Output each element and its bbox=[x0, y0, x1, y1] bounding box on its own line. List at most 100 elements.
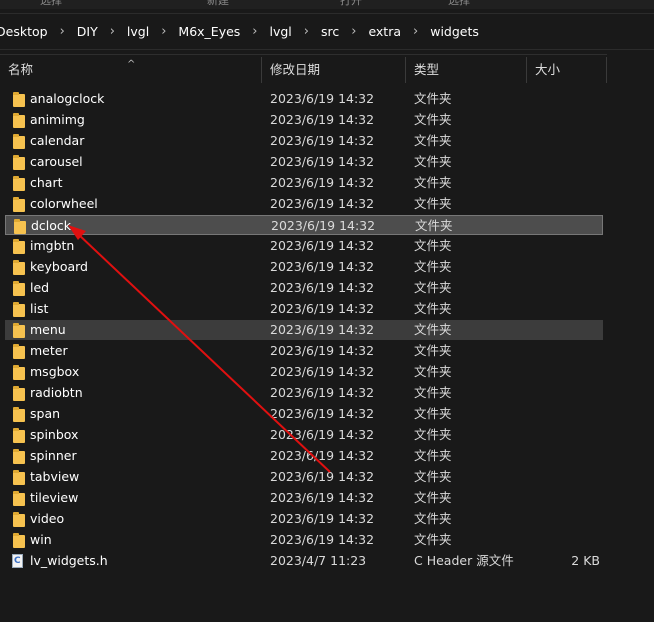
toolbar-strip: 选择 新建 打开 选择 bbox=[0, 0, 654, 9]
file-date: 2023/6/19 14:32 bbox=[270, 343, 375, 358]
chevron-right-icon[interactable]: › bbox=[252, 24, 257, 39]
folder-icon bbox=[13, 113, 25, 128]
file-row-highlighted[interactable]: menu 2023/6/19 14:32 文件夹 bbox=[5, 320, 603, 340]
file-date: 2023/6/19 14:32 bbox=[270, 259, 375, 274]
file-row[interactable]: calendar 2023/6/19 14:32 文件夹 bbox=[5, 131, 603, 151]
chevron-right-icon[interactable]: › bbox=[413, 24, 418, 39]
file-row[interactable]: video 2023/6/19 14:32 文件夹 bbox=[5, 509, 603, 529]
file-row[interactable]: meter 2023/6/19 14:32 文件夹 bbox=[5, 341, 603, 361]
toolbar-label[interactable]: 选择 bbox=[40, 0, 62, 8]
file-type: 文件夹 bbox=[414, 469, 452, 484]
file-name: spinner bbox=[30, 448, 77, 463]
file-type: 文件夹 bbox=[414, 280, 452, 295]
file-row[interactable]: analogclock 2023/6/19 14:32 文件夹 bbox=[5, 89, 603, 109]
folder-icon bbox=[13, 428, 25, 443]
file-size: 2 KB bbox=[571, 553, 600, 568]
breadcrumb-item[interactable]: src bbox=[321, 24, 339, 39]
chevron-right-icon[interactable]: › bbox=[351, 24, 356, 39]
file-type: 文件夹 bbox=[414, 343, 452, 358]
file-name: dclock bbox=[31, 218, 72, 233]
file-row[interactable]: spinbox 2023/6/19 14:32 文件夹 bbox=[5, 425, 603, 445]
file-type: 文件夹 bbox=[414, 448, 452, 463]
file-type: 文件夹 bbox=[414, 196, 452, 211]
chevron-right-icon[interactable]: › bbox=[60, 24, 65, 39]
file-row[interactable]: colorwheel 2023/6/19 14:32 文件夹 bbox=[5, 194, 603, 214]
toolbar-label[interactable]: 选择 bbox=[448, 0, 470, 8]
file-type: 文件夹 bbox=[414, 406, 452, 421]
file-name: radiobtn bbox=[30, 385, 83, 400]
file-date: 2023/6/19 14:32 bbox=[271, 218, 376, 233]
folder-icon bbox=[13, 344, 25, 359]
file-row[interactable]: tileview 2023/6/19 14:32 文件夹 bbox=[5, 488, 603, 508]
file-size bbox=[525, 383, 600, 403]
chevron-right-icon[interactable]: › bbox=[304, 24, 309, 39]
file-size bbox=[525, 89, 600, 109]
file-date: 2023/6/19 14:32 bbox=[270, 133, 375, 148]
file-row[interactable]: span 2023/6/19 14:32 文件夹 bbox=[5, 404, 603, 424]
file-row[interactable]: win 2023/6/19 14:32 文件夹 bbox=[5, 530, 603, 550]
breadcrumb-item[interactable]: widgets bbox=[430, 24, 479, 39]
file-size bbox=[525, 530, 600, 550]
breadcrumb-item[interactable]: M6x_Eyes bbox=[178, 24, 240, 39]
sort-up-icon: ^ bbox=[127, 59, 136, 70]
file-type: 文件夹 bbox=[414, 301, 452, 316]
file-row-selected[interactable]: dclock 2023/6/19 14:32 文件夹 bbox=[5, 215, 603, 235]
breadcrumb-item[interactable]: lvgl bbox=[127, 24, 149, 39]
file-row[interactable]: keyboard 2023/6/19 14:32 文件夹 bbox=[5, 257, 603, 277]
file-type: 文件夹 bbox=[415, 218, 453, 233]
file-name: menu bbox=[30, 322, 66, 337]
file-row[interactable]: animimg 2023/6/19 14:32 文件夹 bbox=[5, 110, 603, 130]
file-name: tileview bbox=[30, 490, 79, 505]
file-row[interactable]: radiobtn 2023/6/19 14:32 文件夹 bbox=[5, 383, 603, 403]
folder-icon bbox=[13, 281, 25, 296]
folder-icon bbox=[13, 323, 25, 338]
folder-icon bbox=[13, 260, 25, 275]
file-row[interactable]: imgbtn 2023/6/19 14:32 文件夹 bbox=[5, 236, 603, 256]
file-name: span bbox=[30, 406, 61, 421]
folder-icon bbox=[13, 449, 25, 464]
file-row[interactable]: carousel 2023/6/19 14:32 文件夹 bbox=[5, 152, 603, 172]
chevron-right-icon[interactable]: › bbox=[161, 24, 166, 39]
column-header-size[interactable]: 大小 bbox=[527, 57, 607, 83]
file-row[interactable]: list 2023/6/19 14:32 文件夹 bbox=[5, 299, 603, 319]
breadcrumb-item[interactable]: lvgl bbox=[270, 24, 292, 39]
file-date: 2023/6/19 14:32 bbox=[270, 511, 375, 526]
breadcrumb-item[interactable]: extra bbox=[368, 24, 401, 39]
file-row[interactable]: led 2023/6/19 14:32 文件夹 bbox=[5, 278, 603, 298]
chevron-right-icon[interactable]: › bbox=[110, 24, 115, 39]
file-date: 2023/6/19 14:32 bbox=[270, 112, 375, 127]
file-row[interactable]: lv_widgets.h 2023/4/7 11:23 C Header 源文件 2 … bbox=[5, 551, 603, 571]
file-row[interactable]: chart 2023/6/19 14:32 文件夹 bbox=[5, 173, 603, 193]
file-size bbox=[526, 216, 601, 236]
file-size bbox=[525, 278, 600, 298]
file-date: 2023/6/19 14:32 bbox=[270, 175, 375, 190]
breadcrumb-item[interactable]: Desktop bbox=[0, 24, 48, 39]
file-name: meter bbox=[30, 343, 68, 358]
column-header-name[interactable]: 名称 ^ bbox=[0, 57, 262, 83]
file-size bbox=[525, 110, 600, 130]
file-size bbox=[525, 404, 600, 424]
file-type: 文件夹 bbox=[414, 511, 452, 526]
file-size bbox=[525, 488, 600, 508]
folder-icon bbox=[13, 386, 25, 401]
file-size bbox=[525, 425, 600, 445]
breadcrumb-item[interactable]: DIY bbox=[77, 24, 98, 39]
column-header-type[interactable]: 类型 bbox=[406, 57, 527, 83]
divider bbox=[0, 54, 607, 55]
file-date: 2023/6/19 14:32 bbox=[270, 448, 375, 463]
file-name: calendar bbox=[30, 133, 85, 148]
file-date: 2023/4/7 11:23 bbox=[270, 553, 367, 568]
file-size bbox=[525, 320, 600, 340]
file-name: lv_widgets.h bbox=[30, 553, 108, 568]
toolbar-label[interactable]: 打开 bbox=[340, 0, 362, 8]
file-size bbox=[525, 341, 600, 361]
toolbar-label[interactable]: 新建 bbox=[207, 0, 229, 8]
address-bar[interactable]: Desktop › DIY › lvgl › M6x_Eyes › lvgl ›… bbox=[0, 13, 654, 50]
file-size bbox=[525, 446, 600, 466]
file-type: 文件夹 bbox=[414, 154, 452, 169]
file-row[interactable]: tabview 2023/6/19 14:32 文件夹 bbox=[5, 467, 603, 487]
file-row[interactable]: msgbox 2023/6/19 14:32 文件夹 bbox=[5, 362, 603, 382]
file-row[interactable]: spinner 2023/6/19 14:32 文件夹 bbox=[5, 446, 603, 466]
column-header-date[interactable]: 修改日期 bbox=[262, 57, 406, 83]
file-name: spinbox bbox=[30, 427, 79, 442]
